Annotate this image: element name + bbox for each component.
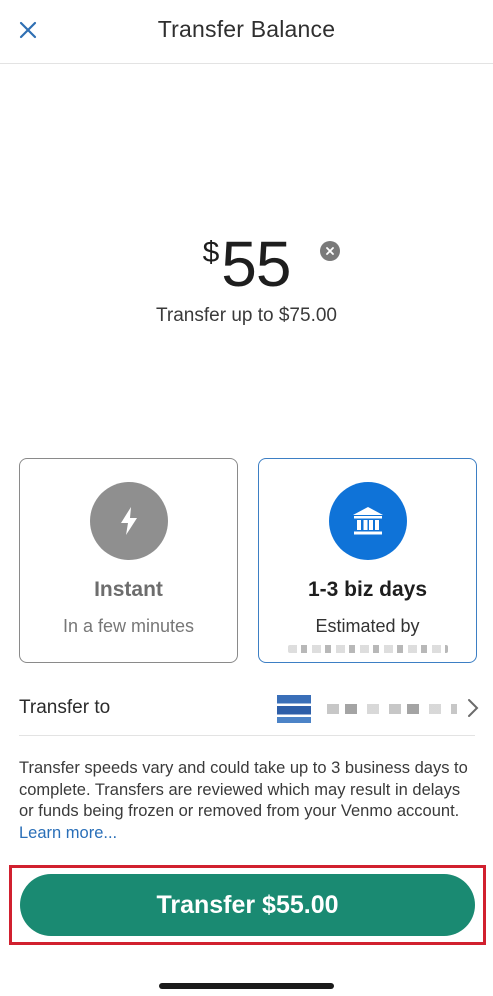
standard-option-card[interactable]: 1-3 biz days Estimated by — [258, 458, 477, 663]
learn-more-link[interactable]: Learn more... — [19, 824, 117, 842]
standard-option-subtitle: Estimated by — [315, 616, 420, 636]
bank-logo-icon — [277, 695, 311, 723]
standard-icon-circle — [328, 482, 407, 560]
transfer-limit-text: Transfer up to $75.00 — [156, 305, 337, 326]
transfer-to-row[interactable]: Transfer to — [19, 686, 479, 736]
standard-option-title: 1-3 biz days — [307, 578, 428, 601]
redacted-date — [287, 645, 448, 653]
page-title: Transfer Balance — [157, 16, 336, 42]
disclaimer-text: Transfer speeds vary and could take up t… — [19, 758, 475, 844]
home-indicator[interactable] — [159, 983, 334, 989]
clear-icon — [326, 247, 334, 255]
amount-value: 55 — [221, 228, 291, 300]
clear-amount-button[interactable] — [320, 241, 340, 261]
transfer-to-label: Transfer to — [19, 697, 111, 718]
disclaimer-body: Transfer speeds vary and could take up t… — [19, 759, 468, 820]
bank-icon — [352, 507, 383, 535]
lightning-bolt-icon — [120, 507, 137, 535]
instant-option-subtitle: In a few minutes — [62, 616, 195, 636]
amount-display: $55 — [0, 228, 493, 304]
instant-option-card[interactable]: Instant In a few minutes — [19, 458, 238, 663]
instant-icon-circle — [89, 482, 168, 560]
instant-option-title: Instant — [94, 578, 163, 601]
transfer-button[interactable]: Transfer $55.00 — [20, 874, 475, 936]
header: Transfer Balance — [0, 0, 493, 64]
chevron-right-icon — [467, 698, 479, 724]
currency-symbol: $ — [202, 236, 220, 269]
redacted-bank-name — [327, 704, 457, 714]
